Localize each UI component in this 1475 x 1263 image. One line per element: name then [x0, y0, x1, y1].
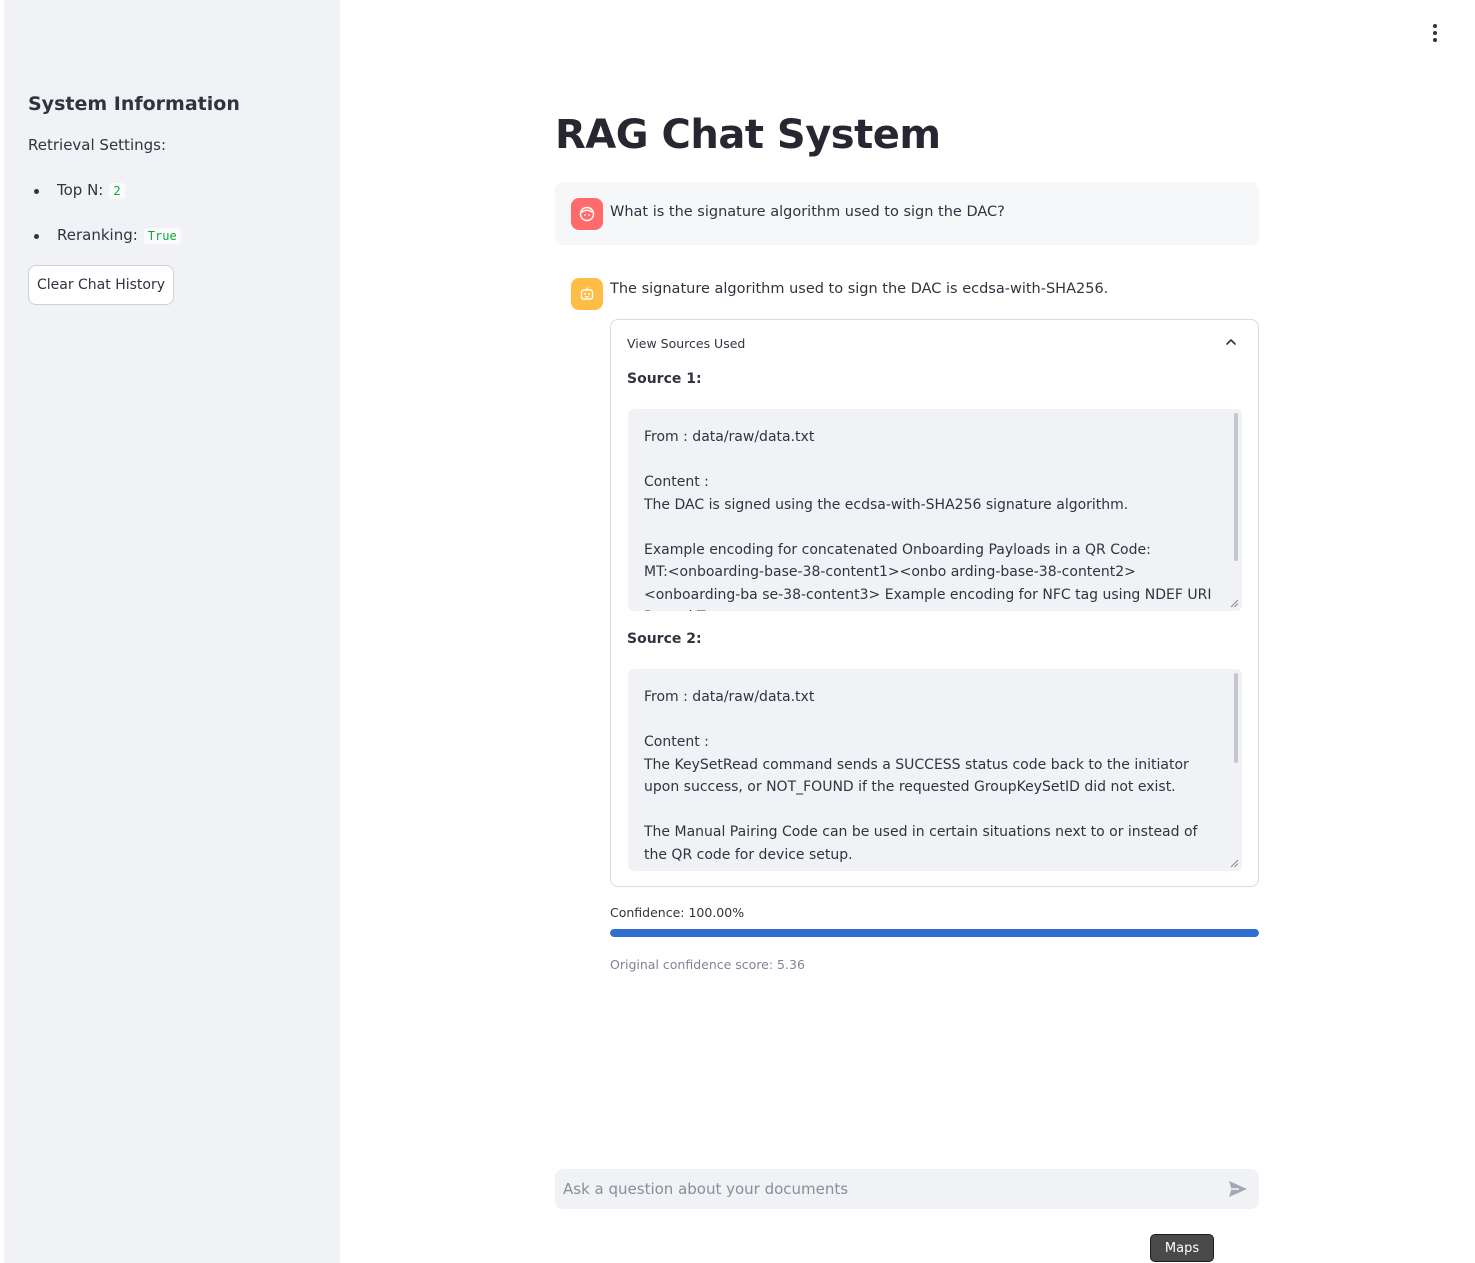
clear-chat-history-button[interactable]: Clear Chat History	[28, 265, 174, 305]
user-avatar-icon	[571, 198, 603, 230]
chevron-up-icon[interactable]	[1224, 335, 1238, 349]
retrieval-settings-label: Retrieval Settings:	[28, 136, 167, 154]
maps-tooltip: Maps	[1150, 1234, 1214, 1262]
setting-value: 2	[109, 183, 125, 199]
chat-input[interactable]	[555, 1169, 1215, 1209]
kebab-menu-icon[interactable]	[1424, 22, 1446, 44]
source-2-content: From : data/raw/data.txt Content : The K…	[644, 689, 1198, 863]
expander-label[interactable]: View Sources Used	[627, 336, 745, 351]
send-icon[interactable]	[1227, 1179, 1249, 1199]
setting-reranking: Reranking: True	[28, 223, 181, 268]
assistant-message-text: The signature algorithm used to sign the…	[610, 281, 1109, 297]
resize-handle-icon[interactable]	[1230, 859, 1239, 868]
confidence-progress-fill	[610, 929, 1259, 937]
source-2-textarea[interactable]: From : data/raw/data.txt Content : The K…	[628, 669, 1242, 871]
setting-value: True	[143, 228, 181, 244]
user-message-text: What is the signature algorithm used to …	[610, 204, 1005, 220]
sources-expander: View Sources Used Source 1: From : data/…	[610, 319, 1259, 887]
setting-label: Reranking:	[57, 226, 138, 244]
page-title: RAG Chat System	[555, 112, 941, 158]
source-2-label: Source 2:	[627, 631, 702, 647]
chat-input-container	[555, 1169, 1259, 1209]
setting-label: Top N:	[57, 181, 104, 199]
original-confidence-score: Original confidence score: 5.36	[610, 957, 805, 972]
source-1-content: From : data/raw/data.txt Content : The D…	[644, 429, 1212, 611]
source-1-label: Source 1:	[627, 371, 702, 387]
scrollbar[interactable]	[1234, 413, 1238, 561]
resize-handle-icon[interactable]	[1230, 599, 1239, 608]
assistant-avatar-icon	[571, 278, 603, 310]
scrollbar[interactable]	[1234, 673, 1238, 763]
confidence-progress-bar	[610, 929, 1259, 937]
sidebar-title: System Information	[28, 93, 240, 115]
user-message: What is the signature algorithm used to …	[555, 182, 1259, 245]
setting-top-n: Top N: 2	[28, 178, 181, 223]
bullet-icon	[34, 189, 39, 194]
sidebar: System Information Retrieval Settings: T…	[4, 0, 340, 1263]
confidence-label: Confidence: 100.00%	[610, 905, 745, 920]
source-1-textarea[interactable]: From : data/raw/data.txt Content : The D…	[628, 409, 1242, 611]
bullet-icon	[34, 234, 39, 239]
settings-list: Top N: 2 Reranking: True	[28, 178, 181, 268]
